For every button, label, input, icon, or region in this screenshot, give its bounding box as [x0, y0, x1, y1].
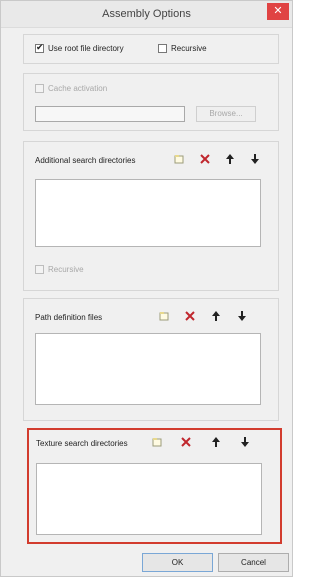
root-recursive-label: Recursive — [171, 44, 207, 53]
close-button[interactable]: ✕ — [267, 3, 289, 20]
cache-activation-label: Cache activation — [48, 84, 108, 93]
browse-button[interactable]: Browse... — [196, 106, 256, 122]
cancel-button[interactable]: Cancel — [218, 553, 289, 572]
additional-dirs-list[interactable] — [35, 179, 261, 247]
delete-icon[interactable] — [199, 153, 211, 165]
new-folder-icon[interactable] — [173, 153, 185, 165]
path-def-list[interactable] — [35, 333, 261, 405]
additional-dirs-title: Additional search directories — [35, 156, 136, 165]
path-def-title: Path definition files — [35, 313, 103, 322]
additional-dirs-group: Additional search directories Recursive — [23, 141, 279, 291]
move-down-icon[interactable] — [236, 310, 248, 322]
move-up-icon[interactable] — [210, 310, 222, 322]
move-up-icon[interactable] — [224, 153, 236, 165]
close-icon: ✕ — [273, 5, 283, 17]
delete-icon[interactable] — [184, 310, 196, 322]
root-recursive-checkbox[interactable] — [158, 44, 167, 53]
ok-button[interactable]: OK — [142, 553, 213, 572]
cache-path-field[interactable] — [35, 106, 185, 122]
assembly-options-dialog: Assembly Options ✕ Use root file directo… — [0, 0, 293, 577]
title-bar: Assembly Options ✕ — [1, 1, 292, 28]
cache-activation-checkbox[interactable] — [35, 84, 44, 93]
window-title: Assembly Options — [102, 8, 191, 20]
cache-group: Cache activation Browse... — [23, 73, 279, 131]
root-group: Use root file directory Recursive — [23, 34, 279, 64]
move-down-icon[interactable] — [249, 153, 261, 165]
use-root-checkbox[interactable] — [35, 42, 44, 53]
use-root-label: Use root file directory — [48, 44, 124, 53]
additional-recursive-checkbox[interactable] — [35, 265, 44, 274]
additional-recursive-label: Recursive — [48, 265, 84, 274]
highlight-frame — [27, 428, 282, 544]
path-def-group: Path definition files — [23, 298, 279, 421]
new-folder-icon[interactable] — [158, 310, 170, 322]
